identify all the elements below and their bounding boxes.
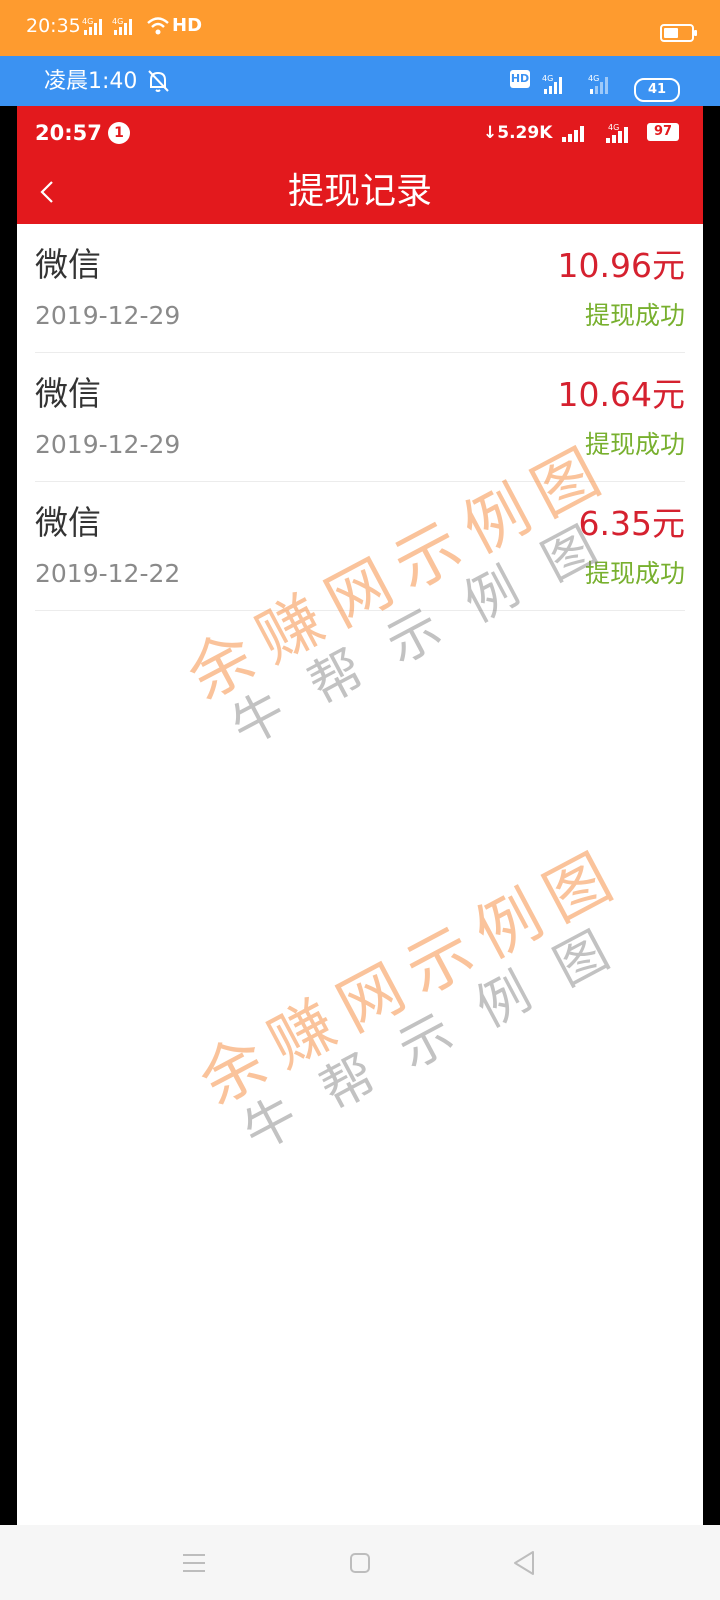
record-date: 2019-12-22: [35, 559, 181, 588]
signal-icon: 4G: [112, 17, 132, 35]
record-method: 微信: [35, 374, 101, 413]
record-amount: 10.64元: [557, 375, 685, 414]
hd-badge: HD: [510, 70, 530, 88]
notification-badge: 1: [108, 122, 130, 144]
app-status-time: 20:57: [35, 121, 102, 145]
list-item[interactable]: 微信 2019-12-22 6.35元 提现成功: [17, 482, 703, 611]
record-list: 微信 2019-12-29 10.96元 提现成功 微信 2019-12-29 …: [17, 224, 703, 611]
title-bar: 提现记录: [17, 160, 703, 224]
signal-icon: 4G: [82, 17, 102, 35]
watermark: 余赚网示例图 牛帮示例图: [188, 834, 662, 1169]
signal-icon: 4G: [542, 74, 562, 94]
battery-icon: 97: [647, 123, 679, 141]
record-date: 2019-12-29: [35, 301, 181, 330]
record-method: 微信: [35, 503, 101, 542]
bell-off-icon: [148, 70, 169, 92]
menu-icon: [183, 1554, 205, 1572]
list-item[interactable]: 微信 2019-12-29 10.96元 提现成功: [17, 224, 703, 353]
home-square-icon: [350, 1553, 370, 1573]
app-screen: 20:57 1 ↓5.29K 4G 97 提现记录 微信 2019-12-29 …: [17, 106, 703, 1525]
back-nav-button[interactable]: [504, 1543, 544, 1583]
outer-status-bar: 20:35 4G 4G HD: [0, 0, 720, 56]
signal-icon: [562, 126, 584, 142]
system-nav-bar: [0, 1525, 720, 1600]
record-method: 微信: [35, 245, 101, 284]
svg-text:4G: 4G: [608, 123, 619, 132]
back-button[interactable]: [27, 172, 67, 212]
page-title: 提现记录: [287, 171, 432, 212]
battery-icon: [660, 24, 697, 42]
chevron-left-icon: [40, 181, 53, 203]
menu-button[interactable]: [174, 1543, 214, 1583]
hd-label: HD: [172, 15, 203, 36]
svg-text:4G: 4G: [542, 74, 553, 83]
app-status-bar: 20:57 1 ↓5.29K 4G 97: [17, 106, 703, 160]
record-status: 提现成功: [584, 430, 685, 459]
list-item[interactable]: 微信 2019-12-29 10.64元 提现成功: [17, 353, 703, 482]
record-date: 2019-12-29: [35, 430, 181, 459]
signal-icon: 4G: [588, 74, 608, 94]
back-triangle-icon: [514, 1551, 534, 1575]
outer-status-time: 20:35: [26, 15, 81, 37]
wifi-icon: [147, 17, 169, 35]
home-button[interactable]: [340, 1543, 380, 1583]
record-amount: 10.96元: [557, 246, 685, 285]
battery-icon: 41: [634, 78, 680, 102]
signal-icon: 4G: [606, 123, 628, 143]
svg-text:4G: 4G: [588, 74, 599, 83]
svg-text:4G: 4G: [112, 17, 123, 26]
svg-text:4G: 4G: [82, 17, 93, 26]
second-status-time: 凌晨1:40: [44, 69, 138, 94]
record-status: 提现成功: [584, 559, 685, 588]
record-amount: 6.35元: [578, 504, 685, 543]
watermark-subtext: 牛帮示例图: [233, 903, 651, 1164]
record-status: 提现成功: [584, 301, 685, 330]
divider: [35, 610, 685, 611]
watermark-text: 余赚网示例图: [188, 834, 637, 1120]
second-status-bar: 凌晨1:40 HD 4G 4G 41: [0, 56, 720, 106]
network-speed: ↓5.29K: [483, 123, 553, 143]
